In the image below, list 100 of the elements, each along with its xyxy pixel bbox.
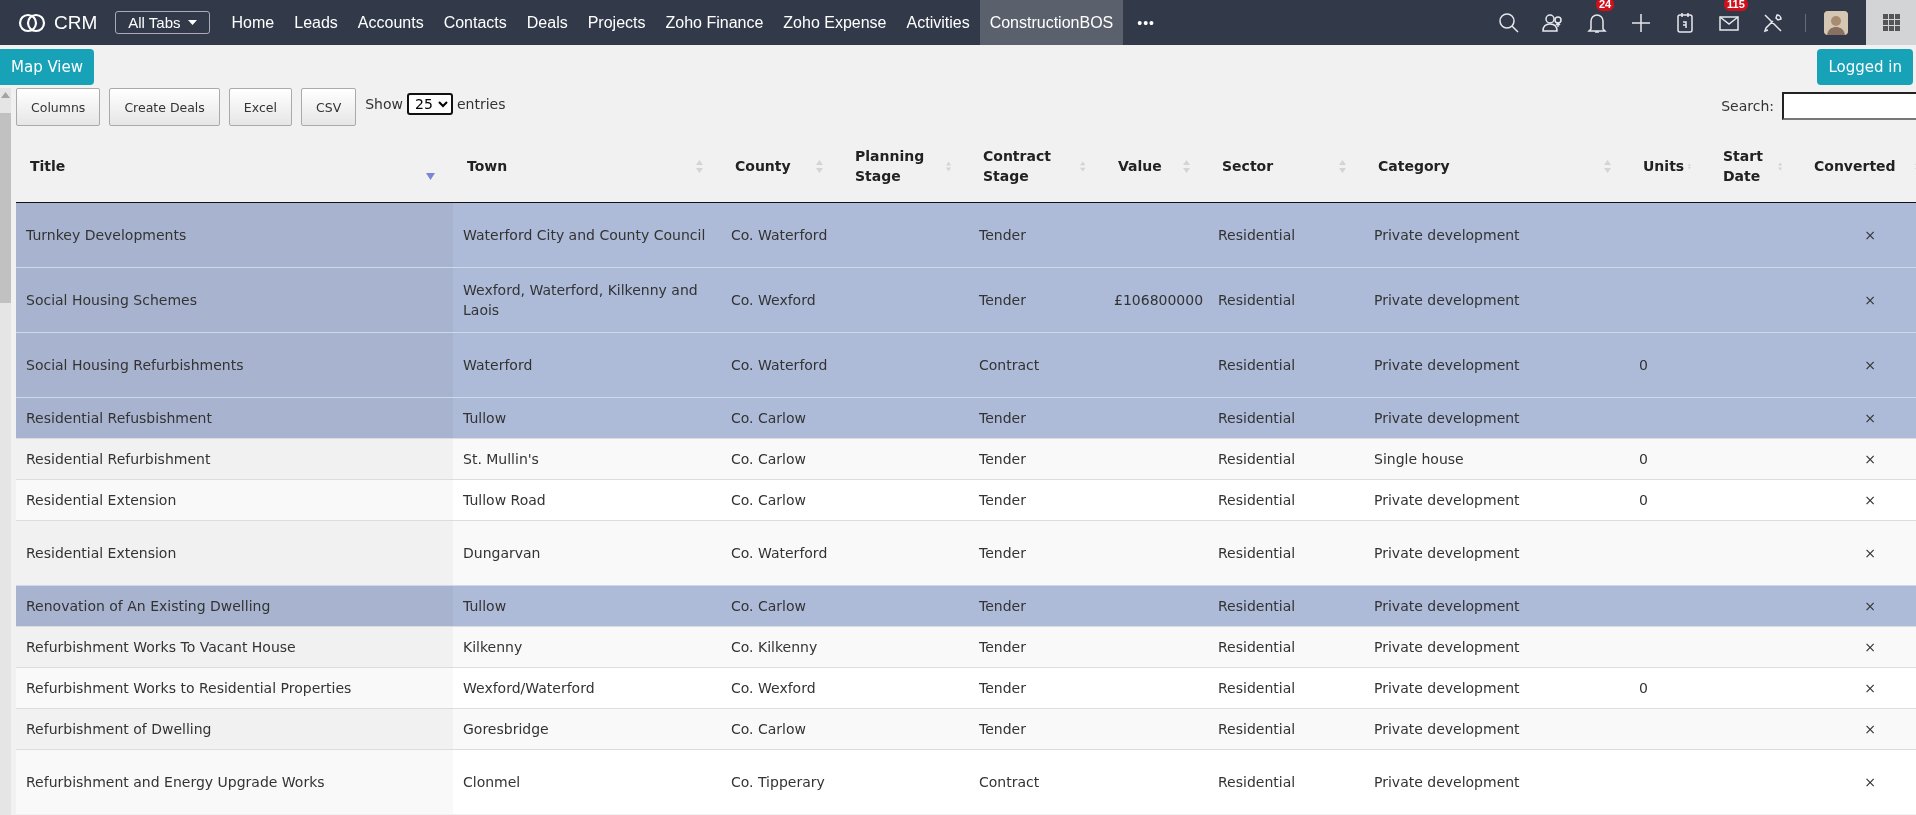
table-cell: Tender [979,292,1026,308]
table-cell: Turnkey Developments [26,227,187,243]
more-tabs-button[interactable]: ••• [1123,14,1169,31]
people-icon[interactable] [1542,11,1564,34]
table-cell: 0 [1639,357,1648,373]
table-cell: Single house [1374,451,1464,467]
table-cell: Residential [1218,492,1296,508]
table-cell: Co. Carlow [731,721,806,737]
table-cell: Tullow [463,410,507,426]
table-cell: Social Housing Schemes [26,292,197,308]
table-cell: Contract [979,774,1040,790]
nav-tab[interactable]: Projects [577,0,656,45]
search-field[interactable] [1782,92,1916,120]
table-cell: Kilkenny [463,639,523,655]
table-cell: Co. Wexford [731,292,816,308]
scroll-up-icon[interactable] [1,92,10,98]
table-cell: Private development [1374,227,1520,243]
caret-icon [187,20,197,25]
toolbar-button[interactable]: Create Deals [109,88,220,126]
column-header[interactable]: Title [30,156,66,176]
nav-tab[interactable]: Leads [284,0,348,45]
column-header[interactable]: Value [1118,156,1162,176]
table-cell: Dungarvan [463,545,541,561]
column-header[interactable]: Sector [1222,156,1274,176]
table-cell: Residential [1218,639,1296,655]
table-cell: Residential [1218,598,1296,614]
table-cell: × [1864,357,1876,373]
table-cell: × [1864,292,1876,308]
search-icon[interactable] [1498,11,1520,34]
scrollbar-thumb[interactable] [0,113,11,303]
nav-tab[interactable]: Zoho Finance [655,0,774,45]
column-header[interactable]: Units [1643,156,1685,176]
table-cell: Tender [979,492,1026,508]
table-cell: Tender [979,410,1026,426]
table-cell: Refurbishment and Energy Upgrade Works [26,774,325,790]
table-cell: Residential [1218,774,1296,790]
table-cell: Co. Waterford [731,357,828,373]
table-cell: Residential [1218,451,1296,467]
toolbar-button[interactable]: Excel [228,88,292,126]
table-cell: Refurbishment of Dwelling [26,721,212,737]
sort-descending-icon[interactable] [426,173,435,181]
page-size-select[interactable]: 25 [407,93,453,115]
table-cell: Co. Carlow [731,492,806,508]
table-cell: Social Housing Refurbishments [26,357,244,373]
table-cell: Renovation of An Existing Dwelling [26,598,271,614]
notification-badge: 24 [1596,0,1615,11]
column-header[interactable]: Town [467,156,508,176]
table-cell: 0 [1639,492,1648,508]
plus-icon[interactable] [1630,11,1652,34]
table-cell: × [1864,598,1876,614]
column-header[interactable]: Start Date [1723,146,1774,186]
table-cell: Tender [979,721,1026,737]
table-cell: × [1864,721,1876,737]
table-cell: Residential Extension [26,492,177,508]
table-cell: 0 [1639,451,1648,467]
table-cell: Private development [1374,545,1520,561]
nav-tab[interactable]: Contacts [433,0,517,45]
column-header[interactable]: Contract Stage [983,146,1077,186]
table-cell: Private development [1374,292,1520,308]
nav-tab[interactable]: Accounts [347,0,434,45]
nav-tab[interactable]: Home [221,0,285,45]
table-cell: × [1864,451,1876,467]
table-cell: Tender [979,451,1026,467]
table-cell: × [1864,680,1876,696]
column-header[interactable]: Converted [1814,156,1896,176]
table-cell: Co. Carlow [731,451,806,467]
table-cell: Private development [1374,492,1520,508]
calendar-icon[interactable] [1674,11,1696,34]
app-name: CRM [54,11,98,34]
table-cell: Private development [1374,639,1520,655]
nav-tab[interactable]: Zoho Expense [773,0,897,45]
show-label: Show [365,96,403,112]
table-cell: Refurbishment Works To Vacant House [26,639,296,655]
entries-label: entries [457,96,506,112]
table-cell: Waterford [463,357,533,373]
table-cell: × [1864,227,1876,243]
table-cell: Residential [1218,410,1296,426]
tools-icon[interactable] [1762,11,1784,34]
apps-grid-icon[interactable] [1882,14,1900,31]
table-cell: Residential Refusbishment [26,410,212,426]
table-cell: Co. Carlow [731,598,806,614]
mail-badge: 115 [1724,0,1748,11]
nav-tab[interactable]: Activities [896,0,980,45]
nav-tab[interactable]: Deals [516,0,578,45]
column-header[interactable]: Planning Stage [855,146,942,186]
avatar[interactable] [1824,10,1848,35]
bell-icon[interactable] [1586,11,1608,34]
table-cell: Tullow [463,598,507,614]
table-cell: Tender [979,680,1026,696]
toolbar-button[interactable]: Columns [16,88,101,126]
toolbar-button[interactable]: CSV [301,88,357,126]
table-cell: × [1864,639,1876,655]
table-cell: Private development [1374,598,1520,614]
all-tabs-dropdown[interactable]: All Tabs [115,11,210,34]
table-cell: 0 [1639,680,1648,696]
column-header[interactable]: County [735,156,791,176]
table-cell: Tender [979,227,1026,243]
table-cell: Private development [1374,357,1520,373]
column-header[interactable]: Category [1378,156,1450,176]
nav-tab[interactable]: ConstructionBOS [979,0,1124,45]
